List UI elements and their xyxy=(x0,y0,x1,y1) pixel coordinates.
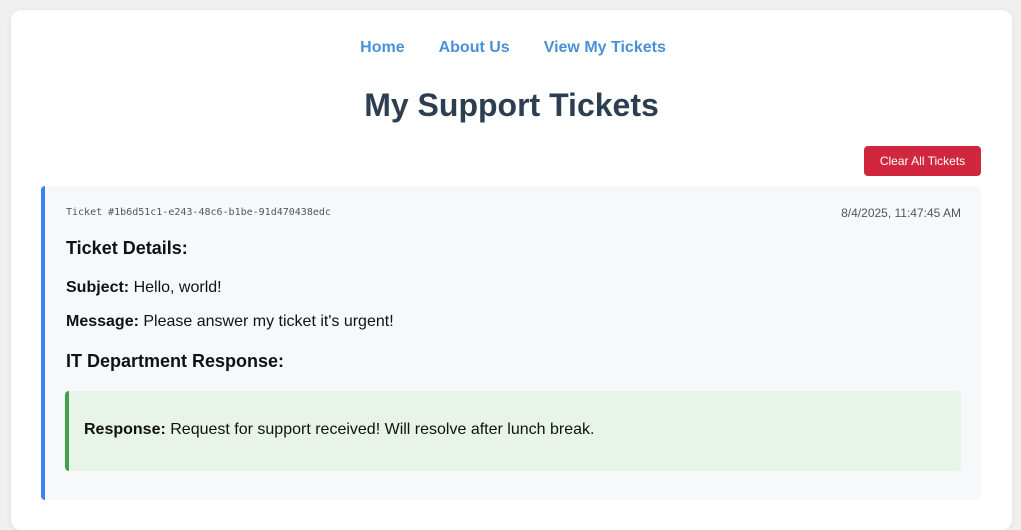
response-box: Response: Request for support received! … xyxy=(65,391,961,471)
subject-value: Hello, world! xyxy=(133,279,222,296)
clear-all-tickets-button[interactable]: Clear All Tickets xyxy=(864,146,981,176)
response-text: Response: Request for support received! … xyxy=(84,421,594,439)
ticket-message: Message: Please answer my ticket it's ur… xyxy=(66,313,394,331)
nav-link-view-my-tickets[interactable]: View My Tickets xyxy=(544,39,666,57)
ticket-timestamp: 8/4/2025, 11:47:45 AM xyxy=(841,206,961,220)
it-response-heading: IT Department Response: xyxy=(66,351,285,371)
ticket-card: Ticket #1b6d51c1-e243-48c6-b1be-91d47043… xyxy=(41,186,981,500)
response-label: Response: xyxy=(84,421,166,438)
message-label: Message: xyxy=(66,313,139,330)
nav-link-home[interactable]: Home xyxy=(360,39,404,57)
response-value: Request for support received! Will resol… xyxy=(170,421,595,438)
top-nav: Home About Us View My Tickets xyxy=(11,39,1012,57)
subject-label: Subject: xyxy=(66,279,130,296)
page-title: My Support Tickets xyxy=(364,87,659,123)
ticket-id: Ticket #1b6d51c1-e243-48c6-b1be-91d47043… xyxy=(66,207,331,218)
ticket-subject: Subject: Hello, world! xyxy=(66,279,222,297)
page-card: Home About Us View My Tickets My Support… xyxy=(11,10,1012,530)
ticket-details-heading: Ticket Details: xyxy=(66,238,188,258)
nav-link-about-us[interactable]: About Us xyxy=(439,39,510,57)
message-value: Please answer my ticket it's urgent! xyxy=(143,313,394,330)
